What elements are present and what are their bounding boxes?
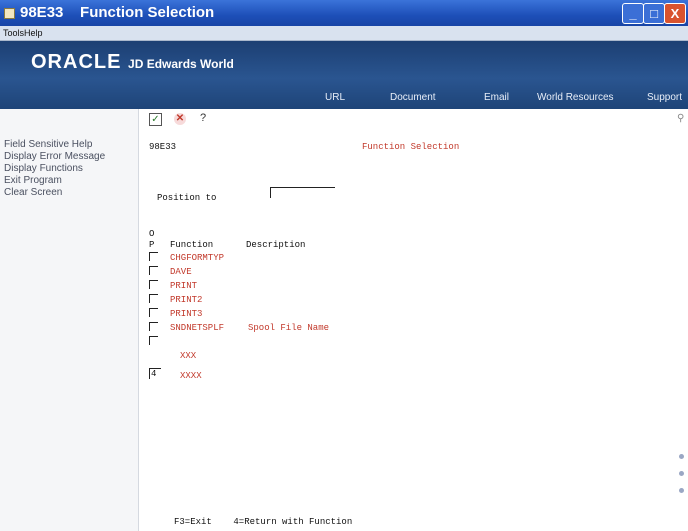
oracle-logo: ORACLE JD Edwards World [31,51,234,74]
function-name: PRINT [170,281,198,291]
function-description: Spool File Name [248,323,330,333]
logo-product: JD Edwards World [128,57,234,71]
nav-support[interactable]: Support [647,92,682,103]
scroll-indicator-icon [679,471,684,476]
option-field[interactable] [149,280,158,289]
function-name: PRINT2 [170,295,203,305]
option-field[interactable] [149,266,158,275]
menu-help[interactable]: Help [24,26,43,40]
function-key-legend: F3=Exit 4=Return with Function [174,517,353,527]
app-icon [4,8,15,19]
function-name: SNDNETSPLF [170,323,225,333]
option-field[interactable] [149,368,161,379]
logo-brand: ORACLE [31,51,122,73]
sidebar-item-display-error-message[interactable]: Display Error Message [4,151,105,162]
enter-check-button[interactable]: ✓ [149,113,162,126]
option-field[interactable] [149,322,158,331]
position-to-input[interactable] [270,187,335,198]
nav-url[interactable]: URL [325,92,345,103]
option-field[interactable] [149,294,158,303]
option-field[interactable] [149,308,158,317]
function-name: XXX [180,351,197,361]
maximize-button[interactable]: □ [643,3,665,24]
menu-tools[interactable]: Tools [3,26,24,40]
nav-email[interactable]: Email [484,92,509,103]
search-icon[interactable]: ⚲ [677,113,684,124]
sidebar-item-clear-screen[interactable]: Clear Screen [4,187,62,198]
function-name: CHGFORMTYP [170,253,225,263]
help-button[interactable]: ? [200,112,206,124]
sidebar-item-field-sensitive-help[interactable]: Field Sensitive Help [4,139,92,150]
option-field[interactable] [149,336,158,345]
program-id: 98E33 [149,142,177,152]
nav-document[interactable]: Document [390,92,436,103]
scroll-indicator-icon [679,454,684,459]
sidebar-item-display-functions[interactable]: Display Functions [4,163,83,174]
header-o: O [149,229,155,239]
nav-world-resources[interactable]: World Resources [537,92,614,103]
sidebar-item-exit-program[interactable]: Exit Program [4,175,62,186]
scroll-indicator-icon [679,488,684,493]
function-name: PRINT3 [170,309,203,319]
option-field[interactable] [149,252,158,261]
close-button[interactable]: X [664,3,686,24]
minimize-button[interactable]: _ [622,3,644,24]
position-to-label: Position to [157,193,217,203]
window-title: 98E33 Function Selection [20,4,215,21]
column-header-description: Description [246,240,306,250]
function-name: XXXX [180,371,202,381]
function-name: DAVE [170,267,192,277]
column-header-function: Function [170,240,214,250]
cancel-button[interactable]: ✕ [174,113,186,125]
menu-bar [0,26,688,41]
header-p: P [149,240,155,250]
screen-title: Function Selection [362,142,460,152]
